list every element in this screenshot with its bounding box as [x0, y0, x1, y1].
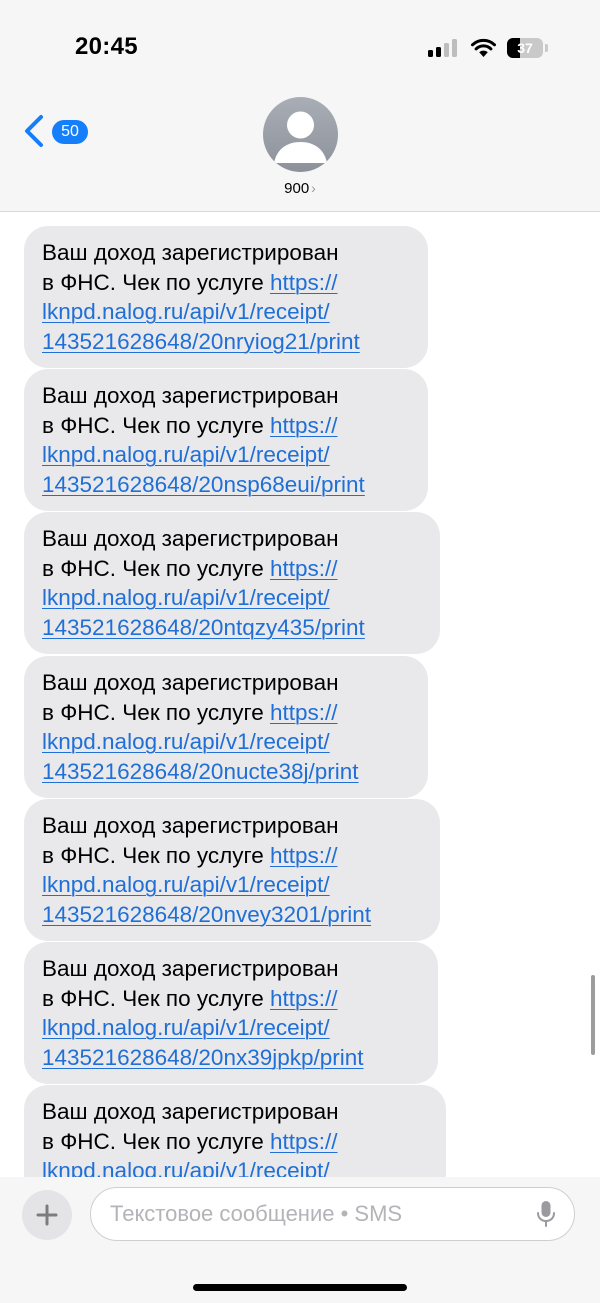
- back-button[interactable]: 50: [20, 110, 100, 150]
- message-text: в ФНС. Чек по услуге: [42, 842, 270, 868]
- receipt-link[interactable]: https://: [270, 986, 338, 1011]
- receipt-link[interactable]: 143521628648/20nryiog21/print: [42, 329, 360, 354]
- receipt-link[interactable]: 143521628648/20nx39jpkp/print: [42, 1045, 364, 1070]
- unread-count-badge: 50: [52, 120, 88, 144]
- status-time: 20:45: [75, 33, 138, 60]
- message-text: в ФНС. Чек по услуге: [42, 1128, 270, 1154]
- receipt-link[interactable]: 143521628648/20nsp68eui/print: [42, 472, 365, 497]
- message-bubble: Ваш доход зарегистрирован в ФНС. Чек по …: [24, 656, 428, 798]
- message-text: в ФНС. Чек по услуге: [42, 985, 270, 1011]
- receipt-link[interactable]: lknpd.nalog.ru/api/v1/receipt/: [42, 729, 330, 754]
- status-bar: 20:45 37: [0, 0, 600, 90]
- message-text: в ФНС. Чек по услуге: [42, 412, 270, 438]
- message-input[interactable]: Текстовое сообщение • SMS: [90, 1187, 575, 1241]
- contact-button[interactable]: 900 ›: [250, 97, 350, 207]
- person-icon: [274, 111, 327, 163]
- receipt-link[interactable]: https://: [270, 1129, 338, 1154]
- receipt-link[interactable]: 143521628648/20ntqzy435/print: [42, 615, 365, 640]
- microphone-icon[interactable]: [536, 1200, 556, 1228]
- receipt-link[interactable]: https://: [270, 843, 338, 868]
- receipt-link[interactable]: https://: [270, 556, 338, 581]
- battery-tip: [545, 44, 548, 52]
- receipt-link[interactable]: lknpd.nalog.ru/api/v1/receipt/: [42, 585, 330, 610]
- receipt-link[interactable]: lknpd.nalog.ru/api/v1/receipt/: [42, 1158, 330, 1177]
- message-text: Ваш доход зарегистрирован: [42, 526, 339, 551]
- contact-name: 900 ›: [250, 180, 350, 197]
- message-text: в ФНС. Чек по услуге: [42, 699, 270, 725]
- message-text: Ваш доход зарегистрирован: [42, 813, 339, 838]
- scroll-indicator[interactable]: [591, 975, 595, 1055]
- receipt-link[interactable]: lknpd.nalog.ru/api/v1/receipt/: [42, 299, 330, 324]
- message-input-placeholder: Текстовое сообщение • SMS: [110, 1201, 403, 1226]
- receipt-link[interactable]: 143521628648/20nvey3201/print: [42, 902, 371, 927]
- message-bubble: Ваш доход зарегистрирован в ФНС. Чек по …: [24, 942, 438, 1084]
- receipt-link[interactable]: lknpd.nalog.ru/api/v1/receipt/: [42, 442, 330, 467]
- add-attachment-button[interactable]: [22, 1190, 72, 1240]
- plus-icon: [36, 1204, 58, 1226]
- message-bubble: Ваш доход зарегистрирован в ФНС. Чек по …: [24, 799, 440, 941]
- home-indicator[interactable]: [193, 1284, 407, 1291]
- receipt-link[interactable]: https://: [270, 413, 338, 438]
- battery-icon: 37: [507, 38, 543, 58]
- cellular-signal-icon: [428, 39, 460, 57]
- message-text: Ваш доход зарегистрирован: [42, 383, 339, 408]
- chevron-right-icon: ›: [311, 180, 316, 196]
- conversation-header: 50 900 ›: [0, 90, 600, 212]
- receipt-link[interactable]: https://: [270, 700, 338, 725]
- message-bubble: Ваш доход зарегистрирован в ФНС. Чек по …: [24, 512, 440, 654]
- receipt-link[interactable]: https://: [270, 270, 338, 295]
- receipt-link[interactable]: lknpd.nalog.ru/api/v1/receipt/: [42, 1015, 330, 1040]
- message-list[interactable]: Ваш доход зарегистрирован в ФНС. Чек по …: [0, 212, 600, 1177]
- message-text: Ваш доход зарегистрирован: [42, 956, 339, 981]
- message-text: Ваш доход зарегистрирован: [42, 1099, 339, 1124]
- message-text: в ФНС. Чек по услуге: [42, 555, 270, 581]
- battery-percent: 37: [517, 40, 533, 56]
- avatar: [263, 97, 338, 172]
- message-bubble: Ваш доход зарегистрирован в ФНС. Чек по …: [24, 1085, 446, 1177]
- message-text: в ФНС. Чек по услуге: [42, 269, 270, 295]
- wifi-icon: [471, 38, 496, 57]
- receipt-link[interactable]: lknpd.nalog.ru/api/v1/receipt/: [42, 872, 330, 897]
- message-text: Ваш доход зарегистрирован: [42, 670, 339, 695]
- contact-name-label: 900: [284, 180, 310, 197]
- message-bubble: Ваш доход зарегистрирован в ФНС. Чек по …: [24, 226, 428, 368]
- receipt-link[interactable]: 143521628648/20nucte38j/print: [42, 759, 359, 784]
- message-bubble: Ваш доход зарегистрирован в ФНС. Чек по …: [24, 369, 428, 511]
- chevron-left-icon: [25, 115, 43, 147]
- message-text: Ваш доход зарегистрирован: [42, 240, 339, 265]
